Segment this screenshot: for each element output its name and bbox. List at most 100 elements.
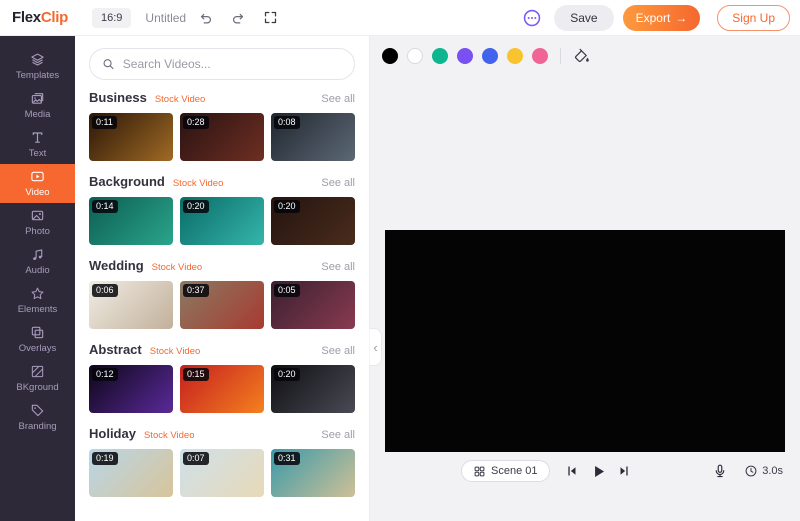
video-preview-canvas[interactable]	[385, 230, 785, 452]
next-scene-button[interactable]	[612, 459, 636, 483]
duration-badge: 0:12	[92, 368, 118, 381]
voiceover-button[interactable]	[708, 459, 732, 483]
sidebar-item-photo[interactable]: Photo	[0, 203, 75, 242]
section-title: Wedding	[89, 258, 144, 273]
video-thumbnail[interactable]: 0:15	[180, 365, 264, 413]
section-title: Business	[89, 90, 147, 105]
sidebar-item-elements[interactable]: Elements	[0, 281, 75, 320]
thumbnail-row: 0:12 0:15 0:20	[89, 365, 355, 413]
video-thumbnail[interactable]: 0:28	[180, 113, 264, 161]
aspect-ratio-button[interactable]: 16:9	[92, 8, 131, 28]
export-arrow-icon: →	[675, 11, 687, 25]
sidebar-item-label: Photo	[25, 226, 50, 237]
chat-bubble-icon	[522, 8, 542, 28]
redo-button[interactable]	[226, 6, 250, 30]
thumbnail-row: 0:06 0:37 0:05	[89, 281, 355, 329]
search-box	[89, 48, 355, 80]
previous-scene-button[interactable]	[560, 459, 584, 483]
fill-color-button[interactable]	[573, 47, 590, 64]
section-header: Abstract Stock Video See all	[89, 342, 355, 357]
video-thumbnail[interactable]: 0:37	[180, 281, 264, 329]
play-icon	[590, 463, 607, 480]
sidebar-item-templates[interactable]: Templates	[0, 47, 75, 86]
video-thumbnail[interactable]: 0:07	[180, 449, 264, 497]
duration-badge: 0:05	[274, 284, 300, 297]
sidebar-item-label: Templates	[16, 70, 59, 81]
panel-collapse-button[interactable]: ‹	[369, 328, 382, 366]
sidebar-item-label: Audio	[25, 265, 49, 276]
color-palette-bar	[370, 36, 800, 64]
see-all-link[interactable]: See all	[321, 429, 355, 441]
redo-icon	[230, 10, 246, 26]
color-swatch-yellow[interactable]	[507, 48, 523, 64]
search-input[interactable]	[123, 57, 342, 71]
video-library-panel: Business Stock Video See all 0:11 0:28 0…	[75, 36, 370, 521]
video-thumbnail[interactable]: 0:12	[89, 365, 173, 413]
sidebar-item-video[interactable]: Video	[0, 164, 75, 203]
thumbnail-row: 0:14 0:20 0:20	[89, 197, 355, 245]
photo-icon	[30, 208, 45, 223]
video-thumbnail[interactable]: 0:14	[89, 197, 173, 245]
sidebar-item-audio[interactable]: Audio	[0, 242, 75, 281]
sidebar-item-label: Video	[25, 187, 49, 198]
duration-badge: 0:11	[92, 116, 117, 129]
video-thumbnail[interactable]: 0:31	[271, 449, 355, 497]
color-swatch-teal[interactable]	[432, 48, 448, 64]
stock-video-tag: Stock Video	[144, 430, 195, 441]
undo-button[interactable]	[194, 6, 218, 30]
paint-bucket-icon	[573, 47, 590, 64]
workspace: Templates Media Text Video Photo Audio	[0, 36, 800, 521]
section-header: Wedding Stock Video See all	[89, 258, 355, 273]
color-swatch-purple[interactable]	[457, 48, 473, 64]
video-thumbnail[interactable]: 0:05	[271, 281, 355, 329]
scene-label: Scene 01	[491, 465, 537, 477]
duration-badge: 0:31	[274, 452, 300, 465]
video-thumbnail[interactable]: 0:20	[271, 197, 355, 245]
skip-forward-icon	[617, 464, 631, 478]
top-bar: FlexClip 16:9 Untitled Save Export → Sig…	[0, 0, 800, 36]
duration-badge: 0:20	[274, 200, 300, 213]
duration-badge: 0:19	[92, 452, 118, 465]
signup-button[interactable]: Sign Up	[717, 5, 790, 31]
video-thumbnail[interactable]: 0:06	[89, 281, 173, 329]
playback-controls: Scene 01	[385, 459, 785, 483]
color-swatch-white[interactable]	[407, 48, 423, 64]
video-thumbnail[interactable]: 0:20	[271, 365, 355, 413]
sidebar-item-bkground[interactable]: BKground	[0, 359, 75, 398]
sidebar-item-text[interactable]: Text	[0, 125, 75, 164]
feedback-button[interactable]	[519, 5, 545, 31]
color-swatch-pink[interactable]	[532, 48, 548, 64]
duration-badge: 0:06	[92, 284, 118, 297]
scene-selector-button[interactable]: Scene 01	[461, 460, 550, 482]
video-thumbnail[interactable]: 0:11	[89, 113, 173, 161]
audio-icon	[30, 247, 45, 262]
topbar-actions: Save Export → Sign Up	[519, 5, 790, 31]
project-name[interactable]: Untitled	[145, 11, 186, 25]
chevron-left-icon: ‹	[373, 340, 377, 355]
sidebar-nav: Templates Media Text Video Photo Audio	[0, 36, 75, 521]
fullscreen-button[interactable]	[258, 6, 282, 30]
scene-duration-control[interactable]: 3.0s	[744, 464, 783, 478]
see-all-link[interactable]: See all	[321, 345, 355, 357]
video-thumbnail[interactable]: 0:08	[271, 113, 355, 161]
video-thumbnail[interactable]: 0:20	[180, 197, 264, 245]
see-all-link[interactable]: See all	[321, 177, 355, 189]
see-all-link[interactable]: See all	[321, 261, 355, 273]
duration-badge: 0:08	[274, 116, 300, 129]
skip-back-icon	[565, 464, 579, 478]
color-swatch-black[interactable]	[382, 48, 398, 64]
save-button[interactable]: Save	[554, 5, 613, 31]
play-button[interactable]	[586, 459, 610, 483]
video-thumbnail[interactable]: 0:19	[89, 449, 173, 497]
color-swatch-blue[interactable]	[482, 48, 498, 64]
sidebar-item-branding[interactable]: Branding	[0, 398, 75, 437]
see-all-link[interactable]: See all	[321, 93, 355, 105]
duration-badge: 0:07	[183, 452, 209, 465]
scenes-grid-icon	[474, 466, 485, 477]
export-label: Export	[636, 11, 671, 25]
sidebar-item-media[interactable]: Media	[0, 86, 75, 125]
sidebar-item-overlays[interactable]: Overlays	[0, 320, 75, 359]
logo[interactable]: FlexClip	[12, 9, 76, 26]
export-button[interactable]: Export →	[623, 5, 701, 31]
sidebar-item-label: Media	[25, 109, 51, 120]
